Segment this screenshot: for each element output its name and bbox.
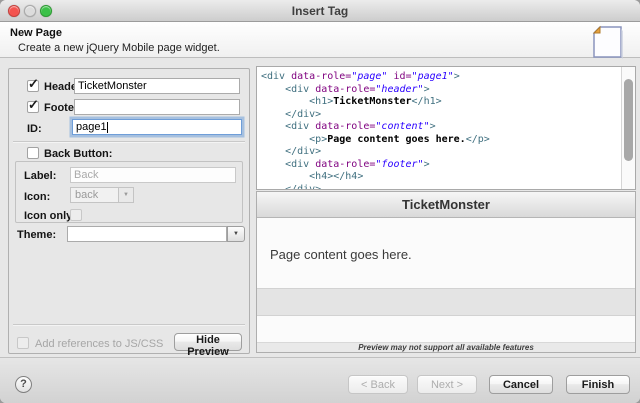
code-editor[interactable]: <div data-role="page" id="page1"> <div d… xyxy=(256,66,636,190)
back-button-group: Label: Icon: back ▼ Icon only: xyxy=(15,161,243,223)
icon-select-value: back xyxy=(75,189,98,201)
insert-tag-dialog: Insert Tag New Page Create a new jQuery … xyxy=(0,0,640,403)
chevron-down-icon: ▼ xyxy=(118,188,133,202)
preview-note: Preview may not support all available fe… xyxy=(257,342,635,352)
icon-only-checkbox[interactable] xyxy=(70,209,82,221)
finish-button[interactable]: Finish xyxy=(566,375,630,394)
icon-label: Icon: xyxy=(24,191,50,203)
check-icon: ✓ xyxy=(28,97,39,113)
code-scrollbar[interactable] xyxy=(621,67,635,189)
separator xyxy=(13,324,245,325)
theme-label: Theme: xyxy=(17,229,56,241)
form-panel: ✓ Header: ✓ Footer: ID: Back Button: Lab… xyxy=(8,68,250,354)
preview-header-bar: TicketMonster xyxy=(257,192,635,218)
help-button[interactable]: ? xyxy=(15,376,32,393)
back-button[interactable]: < Back xyxy=(348,375,408,394)
footer-input[interactable] xyxy=(74,99,240,115)
next-button[interactable]: Next > xyxy=(417,375,477,394)
page-title: New Page xyxy=(10,27,62,39)
icon-only-label: Icon only: xyxy=(24,210,76,222)
title-bar: Insert Tag xyxy=(0,0,640,22)
code-lines: <div data-role="page" id="page1"> <div d… xyxy=(261,71,619,190)
back-button-label: Back Button: xyxy=(44,148,112,160)
add-references-checkbox[interactable] xyxy=(17,337,29,349)
theme-dropdown-button[interactable]: ▼ xyxy=(227,226,245,242)
bottom-bar: ? < Back Next > Cancel Finish xyxy=(0,357,640,403)
theme-combo: ▼ xyxy=(67,226,245,242)
icon-select[interactable]: back ▼ xyxy=(70,187,134,203)
label-input[interactable] xyxy=(70,167,236,183)
wizard-header: New Page Create a new jQuery Mobile page… xyxy=(0,22,640,58)
footer-checkbox[interactable]: ✓ xyxy=(27,101,39,113)
id-label: ID: xyxy=(27,123,42,135)
hide-preview-button[interactable]: Hide Preview xyxy=(174,333,242,351)
window-title: Insert Tag xyxy=(0,4,640,18)
cancel-button[interactable]: Cancel xyxy=(489,375,553,394)
preview-content-text: Page content goes here. xyxy=(270,247,412,262)
page-subtitle: Create a new jQuery Mobile page widget. xyxy=(18,42,220,54)
new-page-icon xyxy=(592,25,624,59)
check-icon: ✓ xyxy=(28,76,39,92)
id-input[interactable] xyxy=(72,119,242,135)
preview-footer-bar xyxy=(257,288,635,316)
header-input[interactable] xyxy=(74,78,240,94)
chevron-down-icon: ▼ xyxy=(233,231,239,237)
theme-input[interactable] xyxy=(67,226,227,242)
preview-pane: TicketMonster Page content goes here. Pr… xyxy=(256,191,636,353)
text-caret xyxy=(107,122,108,133)
add-references-label: Add references to JS/CSS xyxy=(35,338,163,350)
separator xyxy=(13,141,245,142)
label-label: Label: xyxy=(24,170,56,182)
header-checkbox[interactable]: ✓ xyxy=(27,80,39,92)
scrollbar-thumb[interactable] xyxy=(624,79,633,161)
back-button-checkbox[interactable] xyxy=(27,147,39,159)
